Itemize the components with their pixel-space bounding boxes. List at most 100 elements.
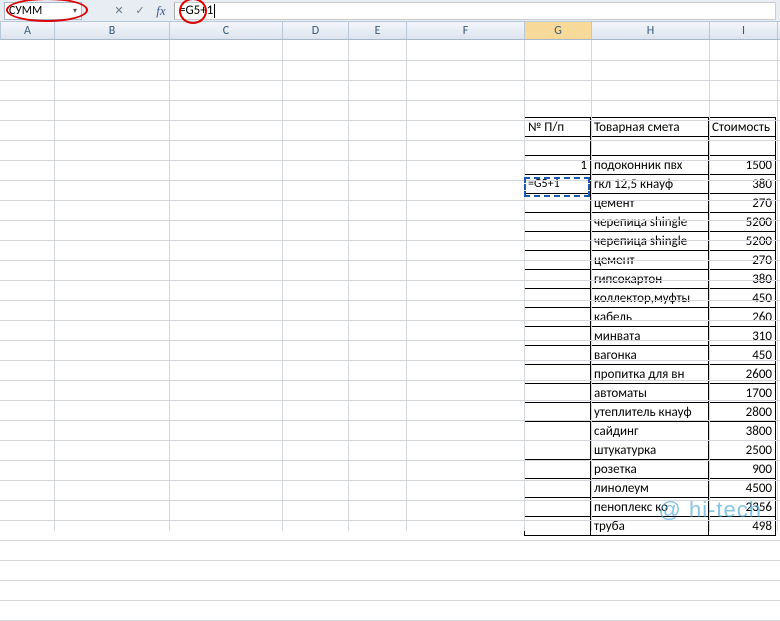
gridline bbox=[0, 560, 780, 561]
cell-cost[interactable]: 5200 bbox=[709, 232, 776, 251]
column-header-C[interactable]: C bbox=[170, 22, 283, 39]
table-row: линолеум4500 bbox=[525, 479, 776, 498]
table-row: вагонка450 bbox=[525, 346, 776, 365]
gridline bbox=[0, 300, 780, 301]
gridline bbox=[0, 200, 780, 201]
cell-num[interactable] bbox=[525, 422, 591, 441]
cell-num[interactable] bbox=[525, 289, 591, 308]
column-header-F[interactable]: F bbox=[407, 22, 525, 39]
gridline bbox=[0, 60, 780, 61]
cell-cost[interactable]: 310 bbox=[709, 327, 776, 346]
column-header-E[interactable]: E bbox=[349, 22, 407, 39]
cell-cost[interactable]: 2500 bbox=[709, 441, 776, 460]
cell-num[interactable] bbox=[525, 194, 591, 213]
gridline bbox=[0, 320, 780, 321]
cell-num[interactable] bbox=[525, 213, 591, 232]
cell-name[interactable]: цемент bbox=[591, 194, 709, 213]
cell-name[interactable]: вагонка bbox=[591, 346, 709, 365]
gridline bbox=[0, 280, 780, 281]
cell-cost[interactable]: 450 bbox=[709, 289, 776, 308]
cell-num[interactable] bbox=[525, 308, 591, 327]
cell-name[interactable]: черепица shingle bbox=[591, 232, 709, 251]
formula-text: =G5+1 bbox=[179, 3, 213, 18]
cell-name[interactable]: коллектор,муфты bbox=[591, 289, 709, 308]
cell-name[interactable]: кабель bbox=[591, 308, 709, 327]
column-header-I[interactable]: I bbox=[710, 22, 778, 39]
cell-cost[interactable]: 900 bbox=[709, 460, 776, 479]
gridline bbox=[169, 40, 170, 531]
table-row: утеплитель кнауф2800 bbox=[525, 403, 776, 422]
cell-cost[interactable]: 2800 bbox=[709, 403, 776, 422]
cell-cost[interactable]: 5200 bbox=[709, 213, 776, 232]
cell-cost[interactable]: 380 bbox=[709, 175, 776, 194]
cell-cost[interactable]: 450 bbox=[709, 346, 776, 365]
formula-bar-buttons: ✕ ✓ fx bbox=[110, 2, 170, 20]
cell-name[interactable]: утеплитель кнауф bbox=[591, 403, 709, 422]
cell-name[interactable]: линолеум bbox=[591, 479, 709, 498]
table-row: =G5+1гкл 12,5 кнауф380 bbox=[525, 175, 776, 194]
cell-name[interactable]: черепица shingle bbox=[591, 213, 709, 232]
cell-name[interactable]: минвата bbox=[591, 327, 709, 346]
gridline bbox=[0, 340, 780, 341]
gridline bbox=[0, 100, 780, 101]
gridline bbox=[0, 400, 780, 401]
column-header-D[interactable]: D bbox=[283, 22, 349, 39]
gridline bbox=[0, 580, 780, 581]
table-row: сайдинг3800 bbox=[525, 422, 776, 441]
name-box[interactable]: СУММ ▾ bbox=[4, 2, 82, 20]
table-row: 1подоконник пвх1500 bbox=[525, 156, 776, 175]
gridline bbox=[0, 460, 780, 461]
gridline bbox=[0, 420, 780, 421]
cell-num[interactable] bbox=[525, 270, 591, 289]
cell-num[interactable] bbox=[525, 479, 591, 498]
cell-cost[interactable]: 380 bbox=[709, 270, 776, 289]
cell-num[interactable] bbox=[525, 346, 591, 365]
cell-cost[interactable]: 260 bbox=[709, 308, 776, 327]
cell-name[interactable]: гкл 12,5 кнауф bbox=[591, 175, 709, 194]
cell-cost[interactable]: 3800 bbox=[709, 422, 776, 441]
formula-bar: СУММ ▾ ✕ ✓ fx =G5+1 bbox=[0, 0, 780, 22]
cell-name[interactable]: гипсокартон bbox=[591, 270, 709, 289]
watermark: @ hi-tech bbox=[659, 497, 762, 523]
cell-name[interactable]: подоконник пвх bbox=[591, 156, 709, 175]
cell-cost[interactable]: 1500 bbox=[709, 156, 776, 175]
cell-cost[interactable]: 4500 bbox=[709, 479, 776, 498]
column-header-A[interactable]: A bbox=[1, 22, 55, 39]
cell-name[interactable]: сайдинг bbox=[591, 422, 709, 441]
spreadsheet-grid[interactable]: № П/п Товарная смета Стоимость 1подоконн… bbox=[0, 40, 780, 531]
cell-num[interactable] bbox=[525, 232, 591, 251]
table-row: гипсокартон380 bbox=[525, 270, 776, 289]
formula-input[interactable]: =G5+1 bbox=[174, 2, 776, 20]
cell-cost[interactable]: 270 bbox=[709, 194, 776, 213]
gridline bbox=[0, 120, 780, 121]
cell-num[interactable] bbox=[525, 460, 591, 479]
gridline bbox=[0, 540, 780, 541]
cell-num[interactable]: =G5+1 bbox=[525, 175, 591, 194]
gridline bbox=[777, 40, 778, 531]
column-header-G[interactable]: G bbox=[525, 22, 592, 39]
table-row: черепица shingle5200 bbox=[525, 232, 776, 251]
gridline bbox=[0, 160, 780, 161]
gridline bbox=[0, 260, 780, 261]
gridline bbox=[0, 380, 780, 381]
column-header-H[interactable]: H bbox=[592, 22, 710, 39]
gridline bbox=[282, 40, 283, 531]
dropdown-icon[interactable]: ▾ bbox=[73, 6, 77, 16]
gridline bbox=[0, 240, 780, 241]
cell-num[interactable] bbox=[525, 441, 591, 460]
cell-num[interactable] bbox=[525, 327, 591, 346]
gridline bbox=[0, 80, 780, 81]
accept-icon[interactable]: ✓ bbox=[131, 2, 149, 20]
cell-num[interactable]: 1 bbox=[525, 156, 591, 175]
gridline bbox=[709, 40, 710, 531]
cell-name[interactable]: штукатурка bbox=[591, 441, 709, 460]
gridline bbox=[591, 40, 592, 531]
cancel-icon[interactable]: ✕ bbox=[110, 2, 128, 20]
gridline bbox=[0, 440, 780, 441]
cell-name[interactable]: розетка bbox=[591, 460, 709, 479]
column-header-B[interactable]: B bbox=[55, 22, 170, 39]
gridline bbox=[54, 40, 55, 531]
fx-icon[interactable]: fx bbox=[152, 2, 170, 20]
cell-num[interactable] bbox=[525, 403, 591, 422]
table-row: штукатурка2500 bbox=[525, 441, 776, 460]
